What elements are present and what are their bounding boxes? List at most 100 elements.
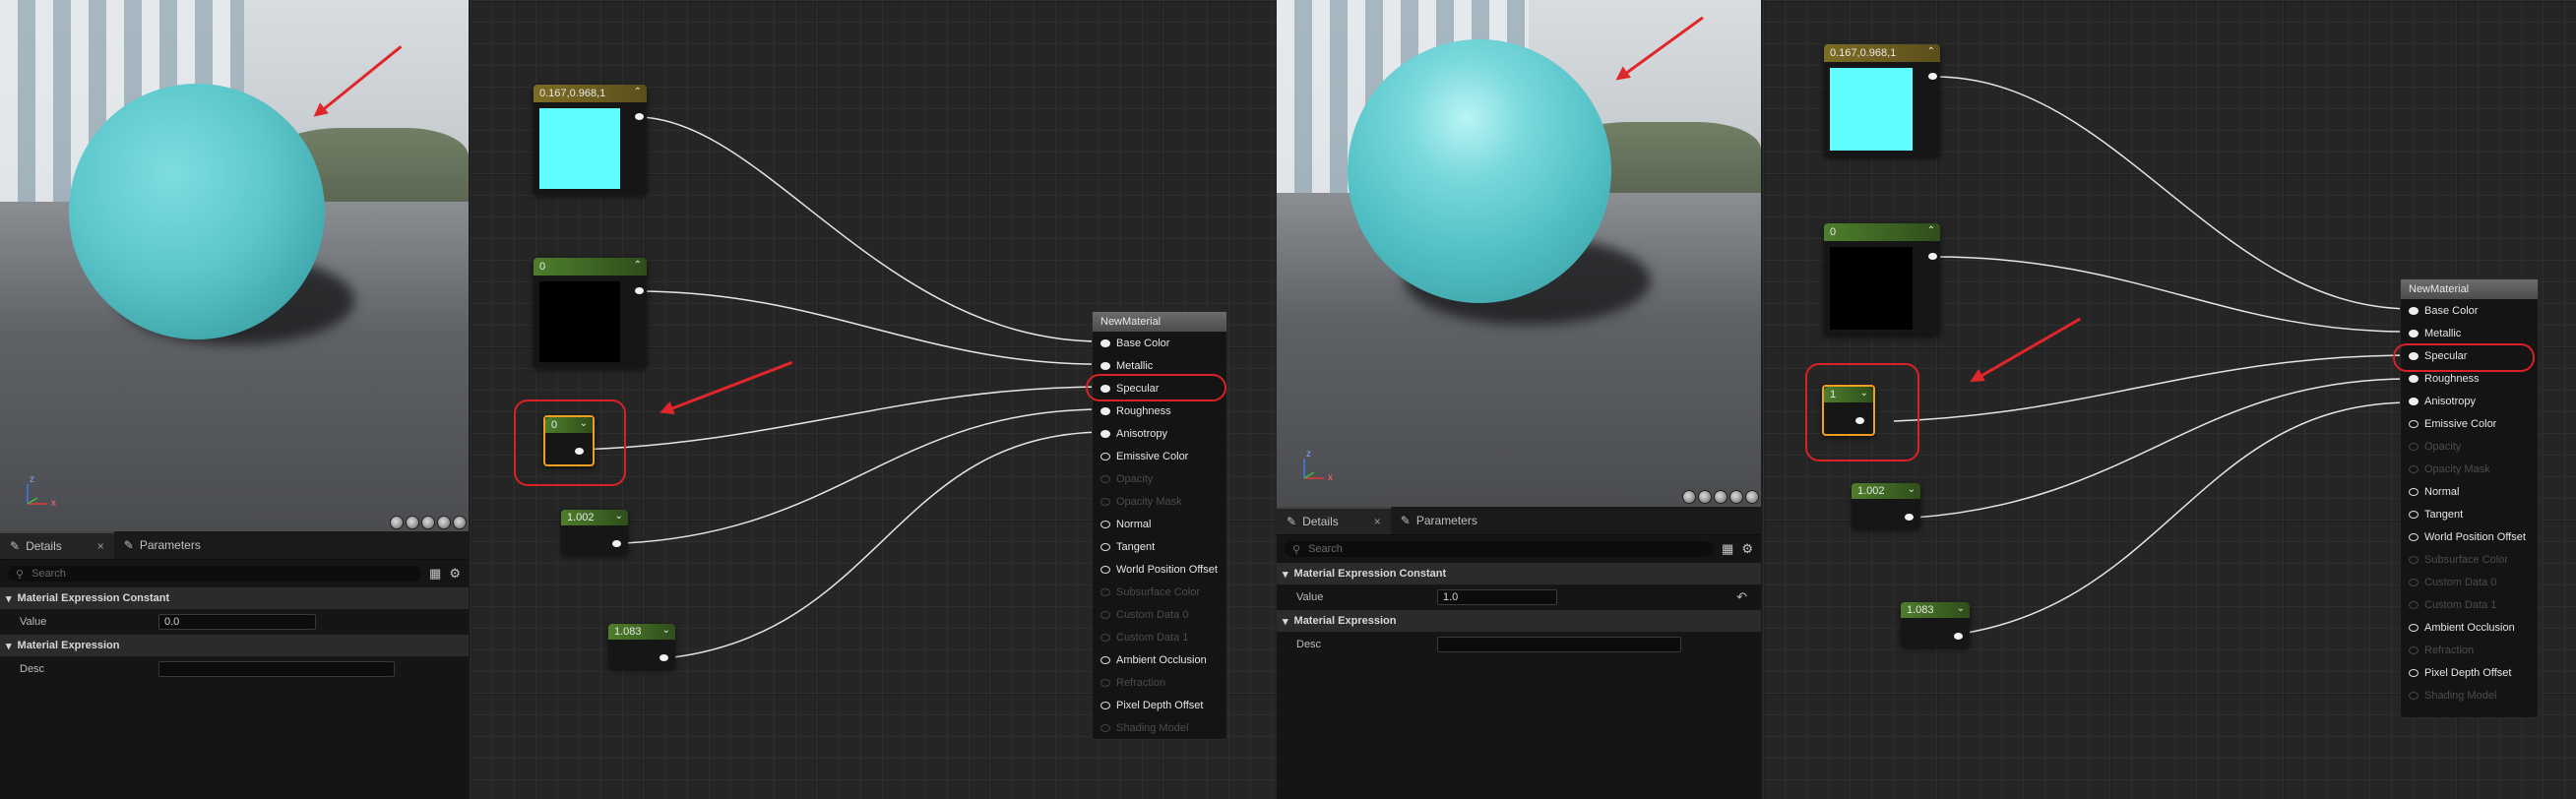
cube-preview-icon[interactable] bbox=[437, 516, 451, 529]
anisotropy-constant-node[interactable]: 1.083 ⌄ bbox=[1901, 602, 1970, 647]
plane-preview-icon[interactable] bbox=[421, 516, 435, 529]
output-pin[interactable] bbox=[1928, 73, 1937, 80]
category-material-expression-constant[interactable]: ▾ Material Expression Constant bbox=[0, 587, 469, 609]
close-tab-icon[interactable]: × bbox=[1374, 515, 1381, 528]
output-pin[interactable] bbox=[635, 113, 644, 120]
collapse-chevron-icon[interactable]: ⌃ bbox=[634, 87, 642, 97]
material-pin-normal[interactable]: Normal bbox=[1093, 513, 1226, 535]
dropdown-chevron-icon[interactable]: ⌄ bbox=[615, 511, 623, 522]
input-pin[interactable] bbox=[1100, 701, 1110, 709]
input-pin[interactable] bbox=[2409, 487, 2419, 496]
output-pin[interactable] bbox=[1954, 633, 1963, 640]
dropdown-chevron-icon[interactable]: ⌄ bbox=[662, 625, 670, 636]
input-pin[interactable] bbox=[2409, 374, 2419, 383]
category-material-expression-constant[interactable]: ▾ Material Expression Constant bbox=[1277, 563, 1761, 584]
preview-shape-buttons[interactable] bbox=[390, 516, 467, 529]
anisotropy-constant-node[interactable]: 1.083 ⌄ bbox=[608, 624, 675, 669]
input-pin[interactable] bbox=[1100, 655, 1110, 664]
table-view-icon[interactable]: ▦ bbox=[1722, 541, 1733, 557]
input-pin[interactable] bbox=[1100, 520, 1110, 528]
input-pin[interactable] bbox=[1100, 542, 1110, 551]
custom-mesh-preview-icon[interactable] bbox=[453, 516, 467, 529]
metallic-constant-node[interactable]: 0 ⌃ bbox=[534, 258, 647, 368]
cylinder-preview-icon[interactable] bbox=[1682, 490, 1696, 504]
material-pin-base-color[interactable]: Base Color bbox=[1093, 332, 1226, 354]
input-pin[interactable] bbox=[1100, 565, 1110, 574]
input-pin[interactable] bbox=[2409, 510, 2419, 519]
output-pin[interactable] bbox=[1928, 253, 1937, 260]
base-color-constant-node[interactable]: 0.167,0.968,1 ⌃ bbox=[534, 85, 647, 195]
specular-constant-node[interactable]: 1 ⌄ bbox=[1822, 385, 1875, 436]
output-pin[interactable] bbox=[660, 654, 668, 661]
input-pin[interactable] bbox=[2409, 532, 2419, 541]
material-pin-world-position-offset[interactable]: World Position Offset bbox=[2401, 525, 2538, 548]
custom-mesh-preview-icon[interactable] bbox=[1745, 490, 1759, 504]
tab-details[interactable]: ✎ Details × bbox=[1277, 507, 1391, 534]
details-search-input[interactable]: ⚲ Search bbox=[8, 566, 422, 582]
input-pin[interactable] bbox=[2409, 329, 2419, 338]
material-pin-world-position-offset[interactable]: World Position Offset bbox=[1093, 558, 1226, 581]
output-pin[interactable] bbox=[635, 287, 644, 294]
collapse-chevron-icon[interactable]: ⌃ bbox=[634, 260, 642, 271]
value-input[interactable]: 1.0 bbox=[1437, 589, 1557, 605]
viewport-preview[interactable]: z x bbox=[1277, 0, 1761, 507]
input-pin[interactable] bbox=[2409, 668, 2419, 677]
tab-parameters[interactable]: ✎ Parameters bbox=[1391, 507, 1487, 534]
input-pin[interactable] bbox=[1100, 452, 1110, 461]
material-graph-editor[interactable]: 0.167,0.968,1 ⌃ 0 ⌃ 1 ⌄ 1.002 ⌄ 1.083 ⌄ … bbox=[1763, 0, 2576, 799]
details-search-input[interactable]: ⚲ Search bbox=[1285, 541, 1715, 557]
input-pin[interactable] bbox=[2409, 419, 2419, 428]
material-pin-emissive-color[interactable]: Emissive Color bbox=[2401, 412, 2538, 435]
cube-preview-icon[interactable] bbox=[1729, 490, 1743, 504]
input-pin[interactable] bbox=[1100, 406, 1110, 415]
roughness-constant-node[interactable]: 1.002 ⌄ bbox=[1852, 483, 1920, 528]
reset-to-default-icon[interactable]: ↶ bbox=[1736, 589, 1747, 605]
settings-gear-icon[interactable]: ⚙ bbox=[449, 566, 461, 582]
input-pin[interactable] bbox=[1100, 361, 1110, 370]
desc-input[interactable] bbox=[158, 661, 395, 677]
dropdown-chevron-icon[interactable]: ⌄ bbox=[580, 418, 588, 429]
material-pin-metallic[interactable]: Metallic bbox=[2401, 322, 2538, 344]
sphere-preview-icon[interactable] bbox=[406, 516, 419, 529]
category-material-expression[interactable]: ▾ Material Expression bbox=[1277, 610, 1761, 632]
input-pin[interactable] bbox=[1100, 429, 1110, 438]
settings-gear-icon[interactable]: ⚙ bbox=[1741, 541, 1753, 557]
output-pin[interactable] bbox=[612, 540, 621, 547]
desc-input[interactable] bbox=[1437, 637, 1681, 652]
tab-parameters[interactable]: ✎ Parameters bbox=[114, 531, 211, 559]
material-pin-pixel-depth-offset[interactable]: Pixel Depth Offset bbox=[1093, 694, 1226, 716]
material-pin-emissive-color[interactable]: Emissive Color bbox=[1093, 445, 1226, 467]
output-pin[interactable] bbox=[575, 448, 584, 455]
material-pin-normal[interactable]: Normal bbox=[2401, 480, 2538, 503]
material-pin-ambient-occlusion[interactable]: Ambient Occlusion bbox=[2401, 616, 2538, 639]
dropdown-chevron-icon[interactable]: ⌄ bbox=[1860, 388, 1868, 399]
material-pin-anisotropy[interactable]: Anisotropy bbox=[2401, 390, 2538, 412]
material-graph-editor[interactable]: 0.167,0.968,1 ⌃ 0 ⌃ 0 ⌄ 1.002 ⌄ 1.083 ⌄ … bbox=[471, 0, 1277, 799]
plane-preview-icon[interactable] bbox=[1714, 490, 1728, 504]
material-pin-tangent[interactable]: Tangent bbox=[1093, 535, 1226, 558]
cylinder-preview-icon[interactable] bbox=[390, 516, 404, 529]
material-pin-roughness[interactable]: Roughness bbox=[1093, 400, 1226, 422]
viewport-preview[interactable]: z x bbox=[0, 0, 469, 531]
dropdown-chevron-icon[interactable]: ⌄ bbox=[1908, 484, 1916, 495]
input-pin[interactable] bbox=[2409, 306, 2419, 315]
dropdown-chevron-icon[interactable]: ⌄ bbox=[1957, 603, 1965, 614]
specular-constant-node[interactable]: 0 ⌄ bbox=[543, 415, 595, 466]
material-pin-tangent[interactable]: Tangent bbox=[2401, 503, 2538, 525]
output-pin[interactable] bbox=[1905, 514, 1914, 521]
metallic-constant-node[interactable]: 0 ⌃ bbox=[1824, 223, 1940, 336]
roughness-constant-node[interactable]: 1.002 ⌄ bbox=[561, 510, 628, 555]
preview-shape-buttons[interactable] bbox=[1682, 490, 1759, 504]
collapse-chevron-icon[interactable]: ⌃ bbox=[1927, 225, 1935, 236]
category-material-expression[interactable]: ▾ Material Expression bbox=[0, 635, 469, 656]
collapse-chevron-icon[interactable]: ⌃ bbox=[1927, 46, 1935, 57]
sphere-preview-icon[interactable] bbox=[1698, 490, 1712, 504]
output-pin[interactable] bbox=[1855, 417, 1864, 424]
material-pin-ambient-occlusion[interactable]: Ambient Occlusion bbox=[1093, 648, 1226, 671]
base-color-constant-node[interactable]: 0.167,0.968,1 ⌃ bbox=[1824, 44, 1940, 156]
material-pin-anisotropy[interactable]: Anisotropy bbox=[1093, 422, 1226, 445]
table-view-icon[interactable]: ▦ bbox=[429, 566, 441, 582]
tab-details[interactable]: ✎ Details × bbox=[0, 531, 114, 559]
close-tab-icon[interactable]: × bbox=[97, 539, 104, 553]
material-pin-base-color[interactable]: Base Color bbox=[2401, 299, 2538, 322]
